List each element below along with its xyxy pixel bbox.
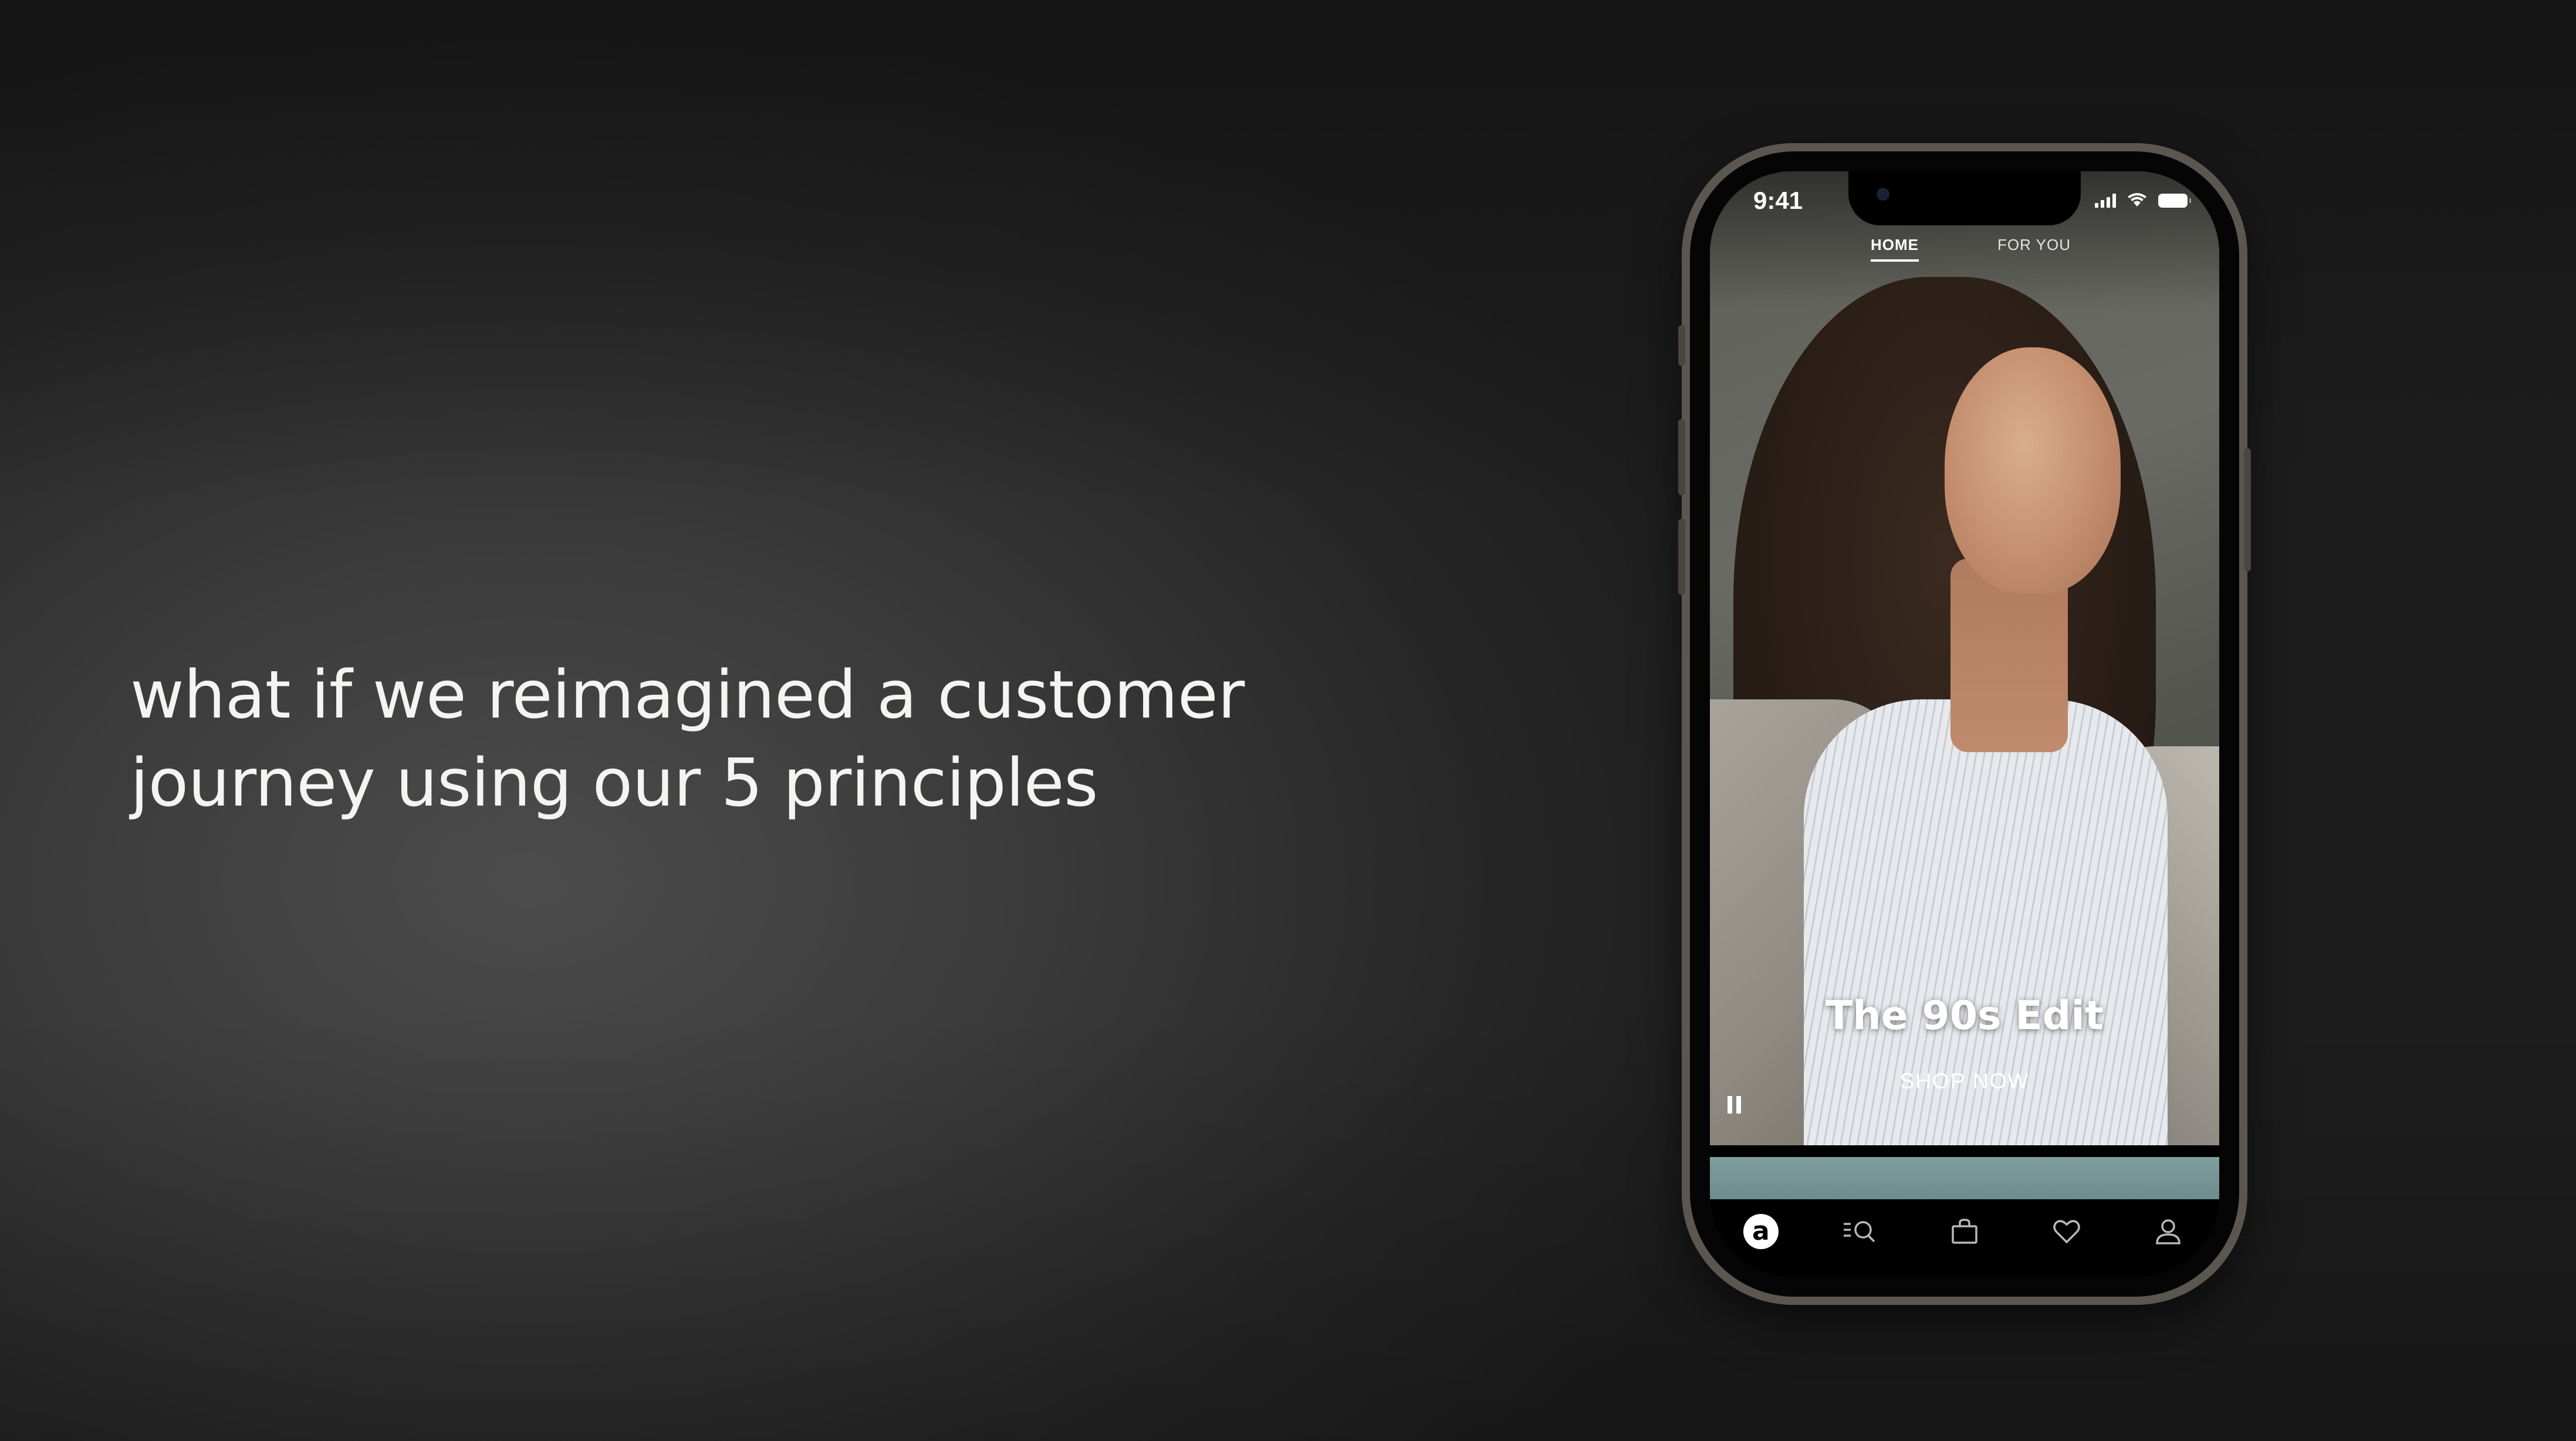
nav-home[interactable]: a xyxy=(1740,1211,1781,1252)
phone-screen: 9:41 HOME FOR YOU The 90s Edit SHOP NOW … xyxy=(1710,171,2219,1277)
brand-logo-icon: a xyxy=(1743,1214,1779,1249)
status-time: 9:41 xyxy=(1753,187,1803,214)
phone-volume-down xyxy=(1678,519,1685,595)
next-banner-peek[interactable] xyxy=(1710,1157,2219,1199)
search-icon xyxy=(1844,1221,1875,1243)
headline: what if we reimagined a customer journey… xyxy=(130,657,1245,821)
nav-search[interactable] xyxy=(1842,1211,1883,1252)
bag-icon xyxy=(1952,1219,1977,1244)
tab-for-you[interactable]: FOR YOU xyxy=(1997,236,2071,254)
top-tabs: HOME FOR YOU xyxy=(1710,236,2219,271)
status-icons xyxy=(2095,192,2191,208)
nav-saved[interactable] xyxy=(2046,1211,2087,1252)
promo-title: The 90s Edit xyxy=(1825,993,2104,1039)
signal-icon xyxy=(2095,194,2116,208)
phone-side-button xyxy=(1678,325,1685,366)
shop-now-link[interactable]: SHOP NOW xyxy=(1710,1069,2219,1094)
phone-power-button xyxy=(2244,448,2251,571)
phone-volume-up xyxy=(1678,419,1685,495)
battery-icon xyxy=(2158,194,2191,208)
nav-account[interactable] xyxy=(2148,1211,2189,1252)
bottom-nav: a xyxy=(1710,1199,2219,1277)
pause-icon[interactable] xyxy=(1728,1096,1741,1114)
nav-bag[interactable] xyxy=(1944,1211,1985,1252)
heart-icon xyxy=(2053,1220,2080,1244)
phone-mockup: 9:41 HOME FOR YOU The 90s Edit SHOP NOW … xyxy=(1678,143,2251,1305)
phone-notch xyxy=(1848,171,2081,225)
user-icon xyxy=(2156,1219,2181,1244)
tab-home[interactable]: HOME xyxy=(1871,236,1919,262)
front-camera xyxy=(1877,188,1889,201)
wifi-icon xyxy=(2128,193,2146,207)
hero-image-face xyxy=(1945,347,2121,594)
